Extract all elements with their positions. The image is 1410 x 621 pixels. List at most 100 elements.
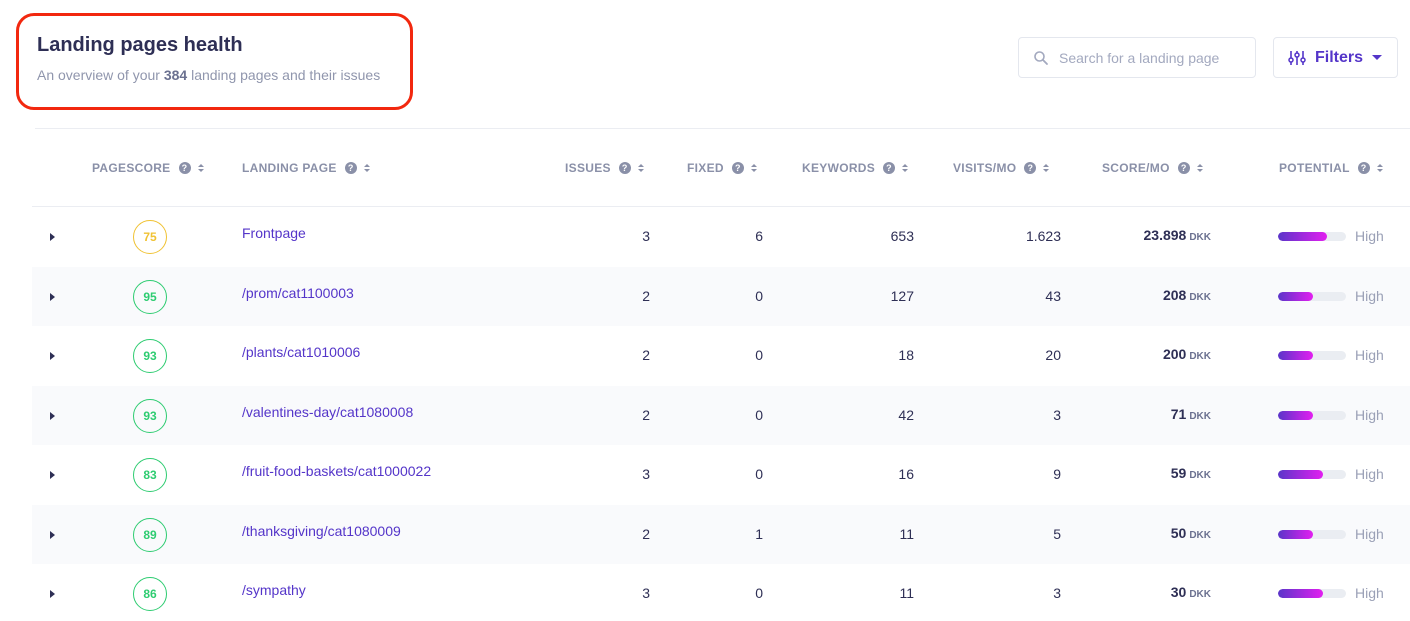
visits-count: 5 xyxy=(1053,525,1061,542)
fixed-count: 0 xyxy=(755,406,763,423)
table-row: 89 /thanksgiving/cat1080009 2 1 11 5 50 D… xyxy=(32,504,1410,564)
sort-icon[interactable] xyxy=(1376,164,1383,172)
visits-count: 1.623 xyxy=(1025,228,1061,244)
expand-row-icon[interactable] xyxy=(50,292,55,301)
column-header-score-mo[interactable]: SCORE/MO? xyxy=(1102,161,1203,175)
expand-row-icon[interactable] xyxy=(50,411,55,420)
sort-icon[interactable] xyxy=(750,164,757,172)
table-body: 75 Frontpage 3 6 653 1.623 23.898 DKK Hig… xyxy=(32,207,1410,621)
visits-count: 3 xyxy=(1053,406,1061,423)
help-icon[interactable]: ? xyxy=(883,162,896,174)
help-icon[interactable]: ? xyxy=(1177,162,1190,174)
table-row: 75 Frontpage 3 6 653 1.623 23.898 DKK Hig… xyxy=(32,207,1410,267)
keywords-count: 16 xyxy=(898,466,914,482)
table-row: 83 /fruit-food-baskets/cat1000022 3 0 16… xyxy=(32,445,1410,505)
sort-icon[interactable] xyxy=(902,164,909,172)
landing-page-link[interactable]: /thanksgiving/cat1080009 xyxy=(242,523,401,539)
table-row: 95 /prom/cat1100003 2 0 127 43 208 DKK Hi… xyxy=(32,266,1410,326)
pagescore-badge: 75 xyxy=(133,220,167,254)
sort-icon[interactable] xyxy=(1043,164,1050,172)
visits-count: 43 xyxy=(1045,287,1061,304)
keywords-count: 42 xyxy=(898,406,914,423)
keywords-count: 11 xyxy=(899,525,914,542)
column-header-pagescore[interactable]: PAGESCORE? xyxy=(92,161,204,175)
currency-label: DKK xyxy=(1189,232,1211,243)
column-header-landing-page[interactable]: LANDING PAGE? xyxy=(242,161,370,175)
column-header-issues[interactable]: ISSUES? xyxy=(565,161,644,175)
currency-label: DKK xyxy=(1189,529,1211,541)
landing-page-link[interactable]: /valentines-day/cat1080008 xyxy=(242,404,413,420)
subtitle-prefix: An overview of your xyxy=(37,67,164,83)
help-icon[interactable]: ? xyxy=(618,162,631,174)
help-icon[interactable]: ? xyxy=(1024,162,1037,174)
potential-bar-fill xyxy=(1278,589,1323,598)
table-header: PAGESCORE? LANDING PAGE? ISSUES? FIXED? … xyxy=(32,130,1410,207)
sort-icon[interactable] xyxy=(363,164,370,172)
score-mo-amount: 200 xyxy=(1162,346,1187,362)
potential-label: High xyxy=(1355,585,1384,601)
visits-count: 9 xyxy=(1053,466,1061,482)
potential-bar xyxy=(1278,589,1346,598)
search-input[interactable] xyxy=(1059,49,1239,66)
currency-label: DKK xyxy=(1189,410,1211,422)
score-mo-amount: 71 xyxy=(1170,405,1187,422)
expand-row-icon[interactable] xyxy=(50,590,55,598)
search-box[interactable] xyxy=(1018,37,1256,78)
filters-button[interactable]: Filters xyxy=(1273,37,1398,78)
landing-page-count: 384 xyxy=(163,67,188,83)
column-header-keywords[interactable]: KEYWORDS? xyxy=(802,161,909,175)
pagescore-badge: 86 xyxy=(133,577,167,611)
potential-label: High xyxy=(1355,347,1384,363)
potential-label: High xyxy=(1355,287,1384,304)
potential-bar xyxy=(1278,351,1346,360)
sort-icon[interactable] xyxy=(197,164,204,172)
expand-row-icon[interactable] xyxy=(50,352,55,360)
filters-label: Filters xyxy=(1315,48,1364,66)
score-mo-value: 59 DKK xyxy=(1171,465,1211,481)
visits-count: 20 xyxy=(1045,347,1061,363)
issues-count: 2 xyxy=(642,287,650,304)
help-icon[interactable]: ? xyxy=(731,162,744,174)
issues-count: 3 xyxy=(642,585,650,601)
score-mo-value: 200 DKK xyxy=(1163,346,1211,362)
score-mo-value: 50 DKK xyxy=(1171,525,1211,541)
help-icon[interactable]: ? xyxy=(178,162,191,174)
landing-page-link[interactable]: /plants/cat1010006 xyxy=(242,344,360,360)
page-subtitle: An overview of your 384 landing pages an… xyxy=(37,67,380,83)
potential-label: High xyxy=(1355,406,1384,423)
expand-row-icon[interactable] xyxy=(50,530,55,539)
expand-row-icon[interactable] xyxy=(50,233,55,241)
sort-icon[interactable] xyxy=(1196,164,1203,172)
landing-page-link[interactable]: /prom/cat1100003 xyxy=(242,285,354,301)
column-label: KEYWORDS xyxy=(802,161,876,175)
potential-label: High xyxy=(1355,228,1384,244)
expand-row-icon[interactable] xyxy=(50,471,55,479)
fixed-count: 0 xyxy=(755,287,763,304)
visits-count: 3 xyxy=(1053,585,1061,601)
landing-page-link[interactable]: /sympathy xyxy=(242,582,306,598)
potential-bar-fill xyxy=(1278,291,1314,301)
column-header-visits[interactable]: VISITS/MO? xyxy=(953,161,1050,175)
currency-label: DKK xyxy=(1189,589,1211,600)
issues-count: 2 xyxy=(642,525,650,542)
column-label: FIXED xyxy=(687,161,724,175)
column-label: PAGESCORE xyxy=(92,161,171,175)
keywords-count: 18 xyxy=(898,347,914,363)
landing-page-link[interactable]: Frontpage xyxy=(242,225,306,241)
column-header-fixed[interactable]: FIXED? xyxy=(687,161,757,175)
issues-count: 3 xyxy=(642,228,650,244)
fixed-count: 6 xyxy=(755,228,763,244)
potential-label: High xyxy=(1355,525,1384,542)
score-mo-value: 208 DKK xyxy=(1163,287,1211,303)
help-icon[interactable]: ? xyxy=(1357,162,1370,174)
potential-bar xyxy=(1278,410,1346,420)
issues-count: 2 xyxy=(642,406,650,423)
fixed-count: 0 xyxy=(755,466,763,482)
column-header-potential[interactable]: POTENTIAL? xyxy=(1279,161,1383,175)
help-icon[interactable]: ? xyxy=(344,162,357,174)
landing-page-link[interactable]: /fruit-food-baskets/cat1000022 xyxy=(242,463,431,479)
sort-icon[interactable] xyxy=(637,164,644,172)
table-row: 93 /plants/cat1010006 2 0 18 20 200 DKK H… xyxy=(32,326,1410,386)
column-label: POTENTIAL xyxy=(1279,161,1350,175)
table-row: 93 /valentines-day/cat1080008 2 0 42 3 7… xyxy=(32,385,1410,445)
